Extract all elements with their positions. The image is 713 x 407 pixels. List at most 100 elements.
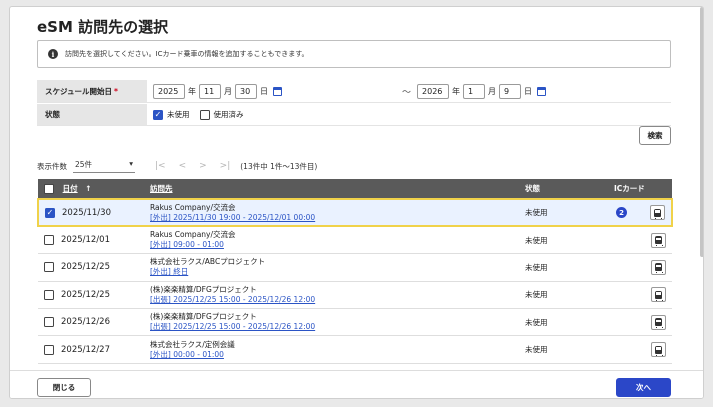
ic-card-button[interactable] [651, 232, 666, 248]
train-icon [655, 318, 663, 329]
status-cell: 未使用 [519, 253, 608, 282]
row-date: 2025/12/26 [61, 317, 110, 328]
from-day-input[interactable]: 30 [235, 83, 257, 99]
train-icon [655, 263, 663, 274]
table-row[interactable]: 2025/12/26 (株)楽楽精算/DFGプロジェクト [出張] 2025/12/… [38, 308, 672, 337]
unit-year: 年 [452, 86, 461, 96]
status-unused-checkbox[interactable]: ✓ [153, 109, 163, 120]
unit-day: 日 [524, 86, 533, 96]
destination-header-label[interactable]: 訪問先 [150, 184, 173, 193]
calendar-icon[interactable] [273, 86, 282, 96]
info-icon: i [48, 49, 58, 59]
per-page-value: 25件 [75, 160, 93, 169]
destination-name: (株)楽楽精算/DFGプロジェクト [150, 284, 257, 294]
destination-header[interactable]: 訪問先 [144, 179, 519, 199]
date-cell: ✓ 2025/11/30 [37, 197, 144, 228]
row-checkbox[interactable]: ✓ [45, 207, 55, 218]
row-date: 2025/11/30 [62, 207, 111, 218]
unit-day: 日 [260, 86, 268, 96]
to-day-input[interactable]: 9 [499, 83, 522, 99]
schedule-date-row: スケジュール開始日 * 2025 年 11 月 30 日 ～ 2026 年 1 月… [37, 80, 671, 103]
prev-page-icon[interactable]: < [179, 161, 187, 171]
table-header-row: 日付 ↑ 訪問先 状態 ICカード [38, 179, 672, 199]
date-cell: 2025/12/26 [38, 308, 144, 337]
schedule-link[interactable]: [出張] 2025/12/25 15:00 - 2025/12/26 12:00 [150, 295, 519, 305]
per-page-select[interactable]: 25件 ▾ [73, 159, 135, 173]
status-cell: 未使用 [519, 226, 608, 255]
calendar-icon[interactable] [537, 86, 547, 96]
destination-cell: 株式会社ラクス/ABCプロジェクト [外出] 終日 [144, 253, 519, 282]
table-row[interactable]: 2025/12/01 Rakus Company/交流会 [外出] 09:00 - … [38, 226, 672, 255]
to-month-input[interactable]: 1 [463, 83, 486, 99]
train-icon [654, 208, 662, 219]
ic-cell [608, 226, 672, 255]
from-year-input[interactable]: 2025 [153, 83, 185, 99]
ic-card-button[interactable] [650, 205, 665, 221]
ic-cell: 2 [608, 197, 673, 228]
status-used-checkbox[interactable] [199, 109, 210, 120]
table-row[interactable]: ✓ 2025/11/30 Rakus Company/交流会 [外出] 2025/11… [37, 197, 673, 228]
schedule-link[interactable]: [出張] 2025/12/25 15:00 - 2025/12/26 12:00 [150, 322, 519, 332]
schedule-link[interactable]: [外出] 09:00 - 01:00 [150, 240, 519, 250]
ic-card-button[interactable] [651, 342, 666, 358]
status-cell: 未使用 [519, 197, 608, 228]
date-cell: 2025/12/27 [38, 335, 144, 364]
destination-cell: Rakus Company/交流会 [外出] 2025/11/30 19:00 -… [144, 197, 519, 228]
scrollbar[interactable] [700, 7, 703, 257]
ic-card-button[interactable] [651, 287, 666, 303]
visit-table: 日付 ↑ 訪問先 状態 ICカード ✓ 2025/11/30 Rakus Compa… [37, 179, 673, 364]
table-row[interactable]: 2025/12/25 株式会社ラクス/ABCプロジェクト [外出] 終日 未使用 [38, 253, 672, 282]
ic-count-badge: 2 [616, 207, 627, 219]
destination-name: Rakus Company/交流会 [150, 230, 236, 240]
row-checkbox[interactable] [44, 344, 54, 355]
schedule-link[interactable]: [外出] 終日 [150, 267, 519, 277]
schedule-link[interactable]: [外出] 2025/11/30 19:00 - 2025/12/01 00:00 [150, 213, 519, 223]
destination-name: 株式会社ラクス/ABCプロジェクト [150, 257, 266, 267]
date-header[interactable]: 日付 ↑ [38, 179, 144, 199]
last-page-icon[interactable]: >| [220, 161, 231, 171]
first-page-icon[interactable]: |< [155, 161, 166, 171]
info-message: i 訪問先を選択してください。ICカード乗車の情報を追加することもできます。 [37, 40, 671, 68]
status-cell: 未使用 [519, 335, 608, 364]
row-checkbox[interactable] [44, 289, 54, 300]
row-checkbox[interactable] [44, 262, 54, 273]
table-row[interactable]: 2025/12/25 (株)楽楽精算/DFGプロジェクト [出張] 2025/12/… [38, 281, 672, 310]
status-options: ✓ 未使用 使用済み [147, 104, 671, 125]
destination-cell: Rakus Company/交流会 [外出] 09:00 - 01:00 [144, 226, 519, 255]
to-year-input[interactable]: 2026 [417, 83, 450, 99]
visit-select-dialog: eSM 訪問先の選択 i 訪問先を選択してください。ICカード乗車の情報を追加す… [9, 6, 704, 399]
next-button[interactable]: 次へ [616, 378, 671, 397]
chevron-down-icon: ▾ [129, 159, 133, 168]
row-checkbox[interactable] [44, 317, 54, 328]
pager-info: (13件中 1件～13件目) [240, 161, 318, 171]
sort-arrow-icon: ↑ [85, 184, 92, 193]
train-icon [655, 236, 663, 247]
select-all-checkbox[interactable] [44, 184, 54, 194]
from-month-input[interactable]: 11 [199, 83, 221, 99]
search-button[interactable]: 検索 [639, 126, 671, 145]
ic-card-button[interactable] [651, 259, 666, 275]
destination-name: (株)楽楽精算/DFGプロジェクト [150, 312, 257, 322]
row-checkbox[interactable] [44, 235, 54, 246]
status-unused-label[interactable]: 未使用 [167, 109, 190, 120]
status-header: 状態 [519, 179, 608, 199]
schedule-date-fields: 2025 年 11 月 30 日 ～ 2026 年 1 月 9 日 [147, 80, 671, 102]
row-date: 2025/12/27 [61, 344, 110, 355]
close-button[interactable]: 閉じる [37, 378, 91, 397]
next-page-icon[interactable]: > [199, 161, 207, 171]
pager: 表示件数 25件 ▾ |< < > >| (13件中 1件～13件目) [37, 159, 317, 173]
destination-cell: (株)楽楽精算/DFGプロジェクト [出張] 2025/12/25 15:00 -… [144, 281, 519, 310]
table-row[interactable]: 2025/12/27 株式会社ラクス/定例会議 [外出] 00:00 - 01:00… [38, 335, 672, 364]
row-date: 2025/12/25 [61, 262, 110, 273]
ic-cell [608, 335, 672, 364]
destination-name: Rakus Company/交流会 [150, 202, 236, 212]
row-date: 2025/12/01 [61, 235, 110, 246]
destination-cell: (株)楽楽精算/DFGプロジェクト [出張] 2025/12/25 15:00 -… [144, 308, 519, 337]
status-used-label[interactable]: 使用済み [214, 109, 244, 120]
ic-card-button[interactable] [651, 314, 666, 330]
per-page-label: 表示件数 [37, 161, 67, 171]
schedule-link[interactable]: [外出] 00:00 - 01:00 [150, 350, 519, 360]
range-separator: ～ [402, 87, 412, 98]
date-header-label[interactable]: 日付 [63, 184, 78, 193]
destination-name: 株式会社ラクス/定例会議 [150, 339, 235, 349]
